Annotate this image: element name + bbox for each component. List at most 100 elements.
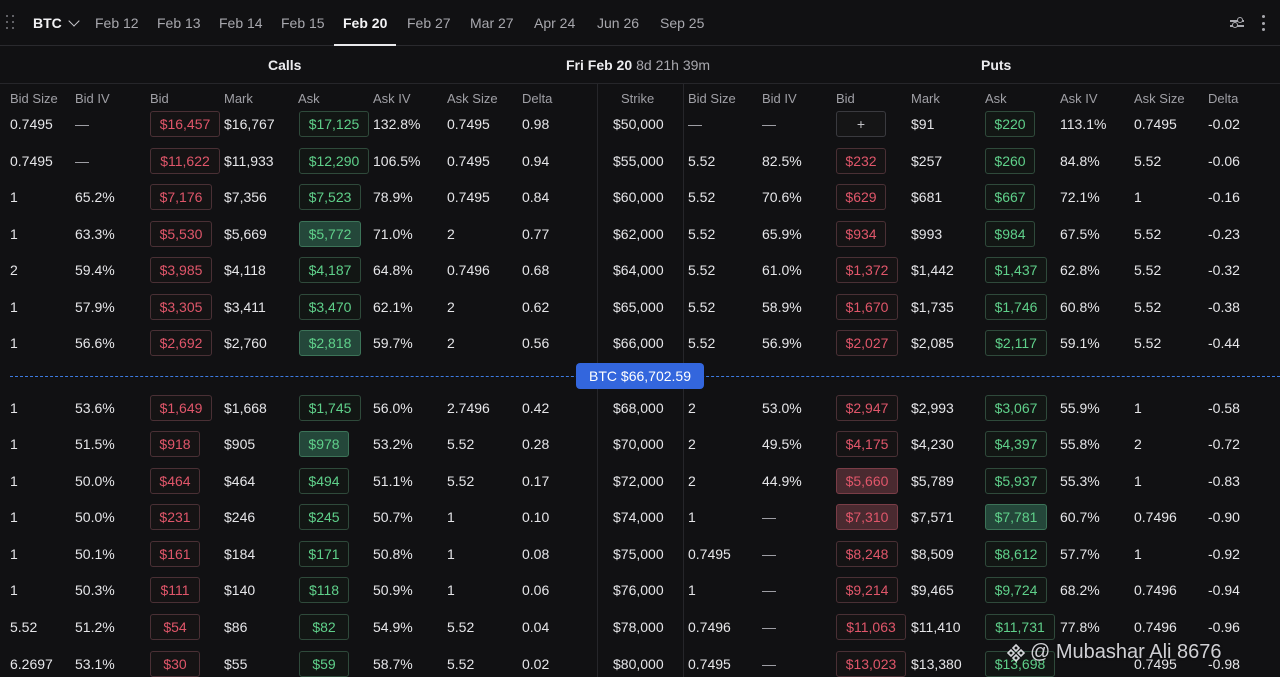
put-ask-button[interactable]: $1,746 xyxy=(985,294,1047,320)
tab-feb-27[interactable]: Feb 27 xyxy=(407,0,451,46)
call-ask-button[interactable]: $245 xyxy=(299,504,349,530)
put-ask-button[interactable]: $9,724 xyxy=(985,577,1047,603)
put-ask-button[interactable]: $7,781 xyxy=(985,504,1047,530)
tab-jun-26[interactable]: Jun 26 xyxy=(597,0,639,46)
puts-col-ask-size[interactable]: Ask Size xyxy=(1134,86,1185,112)
put-bid-button[interactable]: $1,372 xyxy=(836,257,898,283)
call-ask-button[interactable]: $2,818 xyxy=(299,330,361,356)
call-bid-button[interactable]: $918 xyxy=(150,431,200,457)
call-mark: $464 xyxy=(224,473,256,489)
put-ask-button[interactable]: $11,731 xyxy=(985,614,1055,640)
asset-selector[interactable]: BTC xyxy=(33,13,80,33)
call-bid-button[interactable]: $3,305 xyxy=(150,294,212,320)
calls-col-bid-size[interactable]: Bid Size xyxy=(10,86,58,112)
call-bid-button[interactable]: $16,457 xyxy=(150,111,220,137)
put-bid-button[interactable]: $11,063 xyxy=(836,614,906,640)
call-bid-button[interactable]: $5,530 xyxy=(150,221,212,247)
calls-col-mark[interactable]: Mark xyxy=(224,86,253,112)
put-bid-button[interactable]: $8,248 xyxy=(836,541,898,567)
put-delta: -0.94 xyxy=(1208,582,1240,598)
call-bid-button[interactable]: $231 xyxy=(150,504,200,530)
put-ask-button[interactable]: $3,067 xyxy=(985,395,1047,421)
call-ask-button[interactable]: $3,470 xyxy=(299,294,361,320)
puts-col-bid-iv[interactable]: Bid IV xyxy=(762,86,797,112)
put-bid-button[interactable]: $629 xyxy=(836,184,886,210)
call-bid-button[interactable]: $2,692 xyxy=(150,330,212,356)
call-bid-button[interactable]: $11,622 xyxy=(150,148,220,174)
put-bid-button[interactable]: $4,175 xyxy=(836,431,898,457)
put-bid-iv: 70.6% xyxy=(762,189,802,205)
put-bid-button[interactable]: $9,214 xyxy=(836,577,898,603)
put-bid-add-button[interactable]: + xyxy=(836,111,886,137)
call-bid-button[interactable]: $111 xyxy=(150,577,200,603)
call-ask-button[interactable]: $5,772 xyxy=(299,221,361,247)
call-ask-button[interactable]: $118 xyxy=(299,577,349,603)
strike-col[interactable]: Strike xyxy=(621,86,654,112)
tab-feb-15[interactable]: Feb 15 xyxy=(281,0,325,46)
put-ask-button[interactable]: $220 xyxy=(985,111,1035,137)
put-ask-button[interactable]: $4,397 xyxy=(985,431,1047,457)
call-delta: 0.62 xyxy=(522,299,550,315)
call-ask-button[interactable]: $4,187 xyxy=(299,257,361,283)
put-bid-button[interactable]: $2,947 xyxy=(836,395,898,421)
calls-col-bid[interactable]: Bid xyxy=(150,86,169,112)
put-ask-button[interactable]: $8,612 xyxy=(985,541,1047,567)
put-ask-button[interactable]: $5,937 xyxy=(985,468,1047,494)
put-mark: $1,442 xyxy=(911,262,954,278)
call-ask-button[interactable]: $17,125 xyxy=(299,111,369,137)
calls-col-ask-iv[interactable]: Ask IV xyxy=(373,86,411,112)
put-ask-button[interactable]: $984 xyxy=(985,221,1035,247)
put-bid-button[interactable]: $5,660 xyxy=(836,468,898,494)
put-ask-button[interactable]: $2,117 xyxy=(985,330,1047,356)
call-bid-button[interactable]: $30 xyxy=(150,651,200,677)
put-ask-button[interactable]: $667 xyxy=(985,184,1035,210)
puts-col-delta[interactable]: Delta xyxy=(1208,86,1238,112)
puts-col-ask-iv[interactable]: Ask IV xyxy=(1060,86,1098,112)
tab-feb-12[interactable]: Feb 12 xyxy=(95,0,139,46)
put-ask-button[interactable]: $260 xyxy=(985,148,1035,174)
put-bid-button[interactable]: $1,670 xyxy=(836,294,898,320)
puts-col-mark[interactable]: Mark xyxy=(911,86,940,112)
call-bid-button[interactable]: $1,649 xyxy=(150,395,212,421)
more-options-icon[interactable] xyxy=(1262,15,1266,31)
call-ask-button[interactable]: $59 xyxy=(299,651,349,677)
call-bid-button[interactable]: $3,985 xyxy=(150,257,212,283)
call-bid-size: 1 xyxy=(10,226,18,242)
call-ask-button[interactable]: $1,745 xyxy=(299,395,361,421)
call-bid-size: 0.7495 xyxy=(10,116,53,132)
put-ask-size: 5.52 xyxy=(1134,226,1162,242)
call-bid-button[interactable]: $161 xyxy=(150,541,200,567)
call-bid-button[interactable]: $7,176 xyxy=(150,184,212,210)
call-ask-button[interactable]: $12,290 xyxy=(299,148,369,174)
put-bid-button[interactable]: $934 xyxy=(836,221,886,247)
call-bid-button[interactable]: $464 xyxy=(150,468,200,494)
call-bid-size: 1 xyxy=(10,189,18,205)
tab-feb-13[interactable]: Feb 13 xyxy=(157,0,201,46)
settings-sliders-icon[interactable] xyxy=(1230,16,1244,30)
call-delta: 0.98 xyxy=(522,116,550,132)
call-bid-button[interactable]: $54 xyxy=(150,614,200,640)
put-bid-button[interactable]: $7,310 xyxy=(836,504,898,530)
put-ask-button[interactable]: $1,437 xyxy=(985,257,1047,283)
puts-col-bid-size[interactable]: Bid Size xyxy=(688,86,736,112)
puts-col-ask[interactable]: Ask xyxy=(985,86,1007,112)
calls-col-ask[interactable]: Ask xyxy=(298,86,320,112)
call-ask-button[interactable]: $494 xyxy=(299,468,349,494)
call-ask-button[interactable]: $978 xyxy=(299,431,349,457)
drag-handle-icon[interactable] xyxy=(6,15,16,31)
tab-mar-27[interactable]: Mar 27 xyxy=(470,0,514,46)
tab-feb-14[interactable]: Feb 14 xyxy=(219,0,263,46)
tab-apr-24[interactable]: Apr 24 xyxy=(534,0,575,46)
tab-feb-20[interactable]: Feb 20 xyxy=(333,0,397,46)
call-ask-button[interactable]: $7,523 xyxy=(299,184,361,210)
call-ask-button[interactable]: $171 xyxy=(299,541,349,567)
puts-col-bid[interactable]: Bid xyxy=(836,86,855,112)
put-bid-button[interactable]: $13,023 xyxy=(836,651,906,677)
tab-sep-25[interactable]: Sep 25 xyxy=(660,0,704,46)
put-bid-button[interactable]: $232 xyxy=(836,148,886,174)
calls-col-bid-iv[interactable]: Bid IV xyxy=(75,86,110,112)
calls-col-ask-size[interactable]: Ask Size xyxy=(447,86,498,112)
put-bid-button[interactable]: $2,027 xyxy=(836,330,898,356)
call-ask-button[interactable]: $82 xyxy=(299,614,349,640)
calls-col-delta[interactable]: Delta xyxy=(522,86,552,112)
